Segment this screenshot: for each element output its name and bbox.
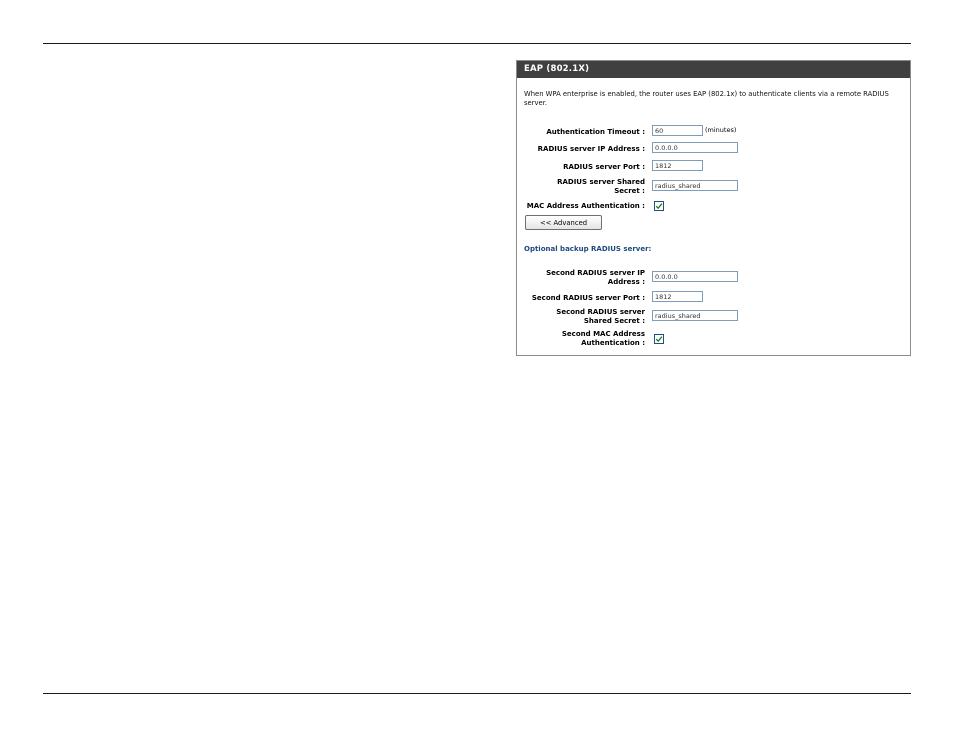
second-radius-port-input[interactable] bbox=[652, 291, 703, 302]
second-radius-secret-label-line1: Second RADIUS server bbox=[556, 308, 645, 316]
radius-secret-label: RADIUS server Shared Secret : bbox=[557, 178, 645, 195]
radius-ip-label: RADIUS server IP Address : bbox=[537, 145, 645, 153]
auth-timeout-input[interactable] bbox=[652, 125, 703, 136]
mac-auth-label: MAC Address Authentication : bbox=[526, 202, 645, 210]
auth-timeout-unit: (minutes) bbox=[705, 126, 737, 134]
panel-description: When WPA enterprise is enabled, the rout… bbox=[524, 90, 889, 107]
top-divider bbox=[43, 43, 911, 44]
mac-auth-checkbox[interactable] bbox=[654, 201, 664, 211]
second-radius-ip-label: Second RADIUS server IP Address : bbox=[546, 269, 645, 286]
checkmark-icon bbox=[655, 336, 663, 343]
radius-secret-label-line1: RADIUS server Shared bbox=[557, 178, 645, 186]
second-radius-ip-label-line1: Second RADIUS server IP bbox=[546, 269, 645, 277]
radius-port-input[interactable] bbox=[652, 160, 703, 171]
second-mac-auth-label-line1: Second MAC Address bbox=[561, 330, 645, 338]
backup-section-title: Optional backup RADIUS server: bbox=[524, 245, 652, 253]
radius-port-label: RADIUS server Port : bbox=[563, 163, 645, 171]
second-mac-auth-label: Second MAC Address Authentication : bbox=[562, 330, 645, 347]
second-radius-secret-label-line2: Shared Secret : bbox=[583, 316, 645, 325]
panel-title: EAP (802.1X) bbox=[517, 61, 910, 78]
second-radius-port-label: Second RADIUS server Port : bbox=[531, 294, 645, 302]
second-radius-secret-label: Second RADIUS server Shared Secret : bbox=[556, 308, 645, 325]
eap-settings-panel: EAP (802.1X) When WPA enterprise is enab… bbox=[516, 60, 911, 356]
advanced-button[interactable]: << Advanced bbox=[525, 215, 602, 230]
checkmark-icon bbox=[655, 203, 663, 210]
radius-secret-input[interactable] bbox=[652, 180, 738, 191]
second-radius-secret-input[interactable] bbox=[652, 310, 738, 321]
second-radius-ip-input[interactable] bbox=[652, 271, 738, 282]
radius-secret-label-line2: Secret : bbox=[614, 186, 645, 195]
radius-ip-input[interactable] bbox=[652, 142, 738, 153]
second-mac-auth-checkbox[interactable] bbox=[654, 334, 664, 344]
auth-timeout-label: Authentication Timeout : bbox=[546, 128, 645, 136]
bottom-divider bbox=[43, 693, 911, 694]
second-mac-auth-label-line2: Authentication : bbox=[581, 338, 645, 347]
second-radius-ip-label-line2: Address : bbox=[607, 277, 645, 286]
